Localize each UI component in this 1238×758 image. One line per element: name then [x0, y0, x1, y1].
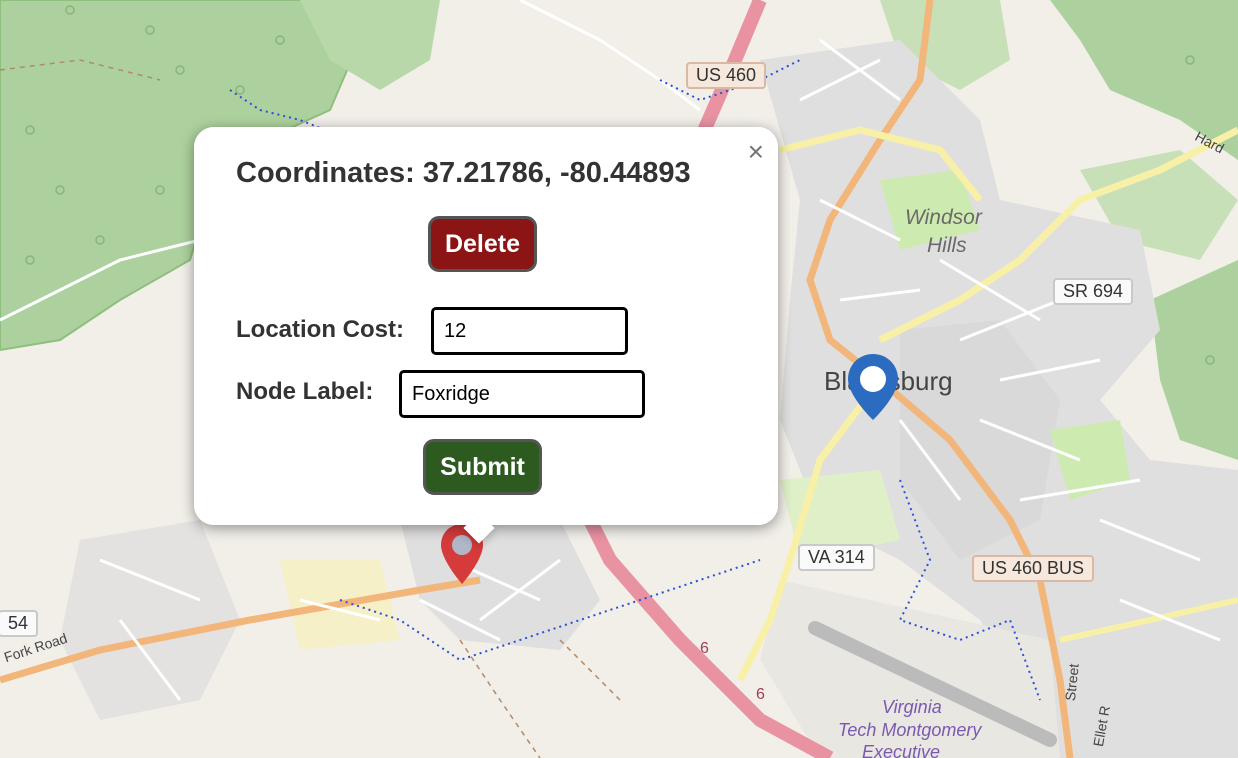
popup-title: Coordinates: 37.21786, -80.44893 — [236, 157, 691, 189]
submit-button[interactable]: Submit — [423, 439, 542, 495]
place-label-hills: Hills — [927, 234, 967, 257]
location-cost-input[interactable] — [431, 307, 628, 355]
route-shield-us460bus: US 460 BUS — [972, 555, 1095, 582]
location-marker-blue[interactable] — [846, 352, 900, 422]
route-shield-sr694: SR 694 — [1053, 278, 1134, 305]
route-shield-54: 54 — [0, 610, 39, 637]
route-shield-us460: US 460 — [686, 62, 767, 89]
location-cost-label: Location Cost: — [236, 316, 404, 343]
node-label-label: Node Label: — [236, 378, 374, 405]
close-icon[interactable]: × — [748, 137, 764, 167]
airport-label-line2: Tech Montgomery — [838, 720, 982, 740]
airport-label-line3: Executive — [862, 742, 941, 758]
route-shield-va314: VA 314 — [798, 544, 875, 571]
route-label-6a: 6 — [700, 640, 709, 657]
location-popup: × Coordinates: 37.21786, -80.44893 Delet… — [194, 127, 778, 544]
place-label-windsor: Windsor — [905, 206, 982, 229]
airport-label-line1: Virginia — [882, 697, 942, 717]
node-label-input[interactable] — [399, 370, 645, 418]
route-label-6b: 6 — [756, 686, 765, 703]
delete-button[interactable]: Delete — [428, 216, 537, 272]
